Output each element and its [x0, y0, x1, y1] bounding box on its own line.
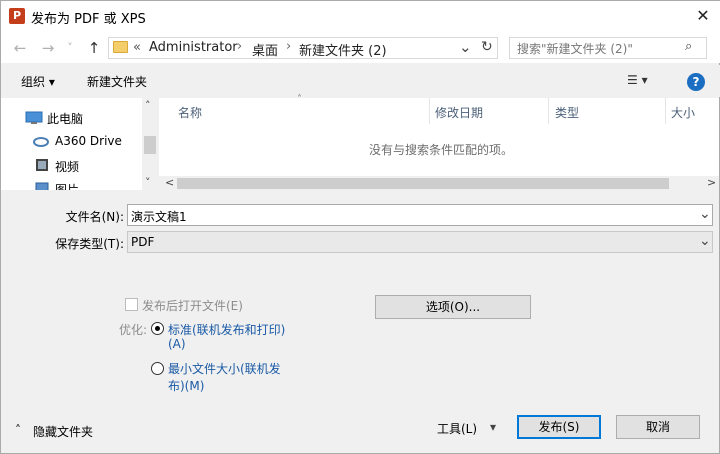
sort-ascending-icon: ˄ [297, 94, 302, 105]
scroll-down-icon[interactable]: ˅ [145, 176, 151, 189]
open-after-publish-checkbox[interactable] [125, 298, 138, 311]
close-button[interactable]: ✕ [691, 5, 715, 27]
column-header-size[interactable]: 大小 [671, 104, 695, 121]
organize-menu[interactable]: 组织 ▾ [21, 73, 55, 90]
search-icon[interactable]: ⌕ [685, 39, 692, 54]
optimize-label: 优化: [119, 323, 148, 337]
filetype-select[interactable] [127, 231, 713, 253]
breadcrumb-new-folder-2[interactable]: 新建文件夹 (2) [299, 40, 387, 59]
minimum-size-radio[interactable] [151, 362, 164, 375]
open-after-publish-label[interactable]: 发布后打开文件(E) [142, 297, 243, 314]
window-title: 发布为 PDF 或 XPS [31, 12, 146, 27]
search-placeholder: 搜索"新建文件夹 (2)" [517, 42, 633, 56]
tools-menu[interactable]: 工具(L) [437, 420, 477, 437]
hide-folders-toggle[interactable]: 隐藏文件夹 [33, 423, 93, 440]
filename-value[interactable]: 演示文稿1 [131, 208, 187, 225]
address-dropdown-icon[interactable]: ⌄ [459, 38, 472, 56]
up-arrow-icon[interactable]: ↑ [85, 39, 103, 57]
filename-dropdown-icon[interactable]: ⌄ [699, 206, 711, 222]
radio-selected-dot [155, 326, 160, 331]
breadcrumb-overflow[interactable]: « [133, 40, 141, 55]
tree-scroll-thumb[interactable] [144, 136, 156, 154]
scroll-right-icon[interactable]: > [707, 176, 716, 189]
help-icon[interactable]: ? [687, 73, 705, 91]
column-header-date[interactable]: 修改日期 [435, 104, 483, 121]
tree-item-videos[interactable]: 视频 [55, 158, 79, 175]
computer-icon [25, 111, 43, 124]
tools-dropdown-icon[interactable]: ▾ [490, 420, 496, 434]
publish-dialog: P 发布为 PDF 或 XPS ✕ ← → ˅ ↑ « Administrato… [0, 0, 720, 454]
powerpoint-app-icon: P [9, 8, 25, 24]
filename-field[interactable] [127, 204, 713, 226]
options-button[interactable]: 选项(O)... [375, 295, 531, 319]
standard-option-label-2[interactable]: (A) [168, 337, 186, 351]
hide-folders-chevron-icon[interactable]: ˄ [15, 423, 21, 437]
video-icon [36, 159, 48, 171]
forward-arrow-icon[interactable]: → [39, 39, 57, 57]
column-divider[interactable] [429, 98, 430, 124]
folder-icon [113, 41, 128, 53]
hscroll-thumb[interactable] [177, 178, 669, 189]
scroll-up-icon[interactable]: ˄ [145, 99, 151, 112]
column-header-name[interactable]: 名称 [178, 104, 202, 121]
breadcrumb-administrator[interactable]: Administrator [149, 40, 238, 55]
view-options-icon[interactable]: ☰ ▾ [627, 73, 648, 87]
filename-label: 文件名(N): [65, 210, 124, 224]
refresh-icon[interactable]: ↻ [481, 39, 493, 55]
minimum-size-option-label-2[interactable]: 布)(M) [168, 377, 204, 394]
pictures-icon [35, 182, 49, 190]
filetype-label: 保存类型(T): [55, 237, 124, 251]
recent-locations-icon[interactable]: ˅ [61, 39, 79, 57]
tree-item-pictures[interactable]: 图片 [55, 181, 79, 190]
cancel-button[interactable]: 取消 [616, 415, 700, 439]
new-folder-button[interactable]: 新建文件夹 [87, 73, 147, 90]
tree-item-a360-drive[interactable]: A360 Drive [55, 134, 122, 148]
column-divider[interactable] [665, 98, 666, 124]
column-header-type[interactable]: 类型 [555, 104, 579, 121]
cloud-drive-icon [33, 137, 49, 147]
filetype-dropdown-icon[interactable]: ⌄ [699, 233, 711, 249]
publish-button[interactable]: 发布(S) [517, 415, 601, 439]
back-arrow-icon[interactable]: ← [11, 39, 29, 57]
breadcrumb-separator[interactable]: › [237, 39, 242, 54]
column-divider[interactable] [548, 98, 549, 124]
filetype-value[interactable]: PDF [131, 235, 154, 249]
scroll-left-icon[interactable]: < [165, 176, 174, 189]
standard-option-label[interactable]: 标准(联机发布和打印) [168, 321, 285, 338]
breadcrumb-desktop[interactable]: 桌面 [252, 40, 278, 59]
minimum-size-option-label[interactable]: 最小文件大小(联机发 [168, 360, 281, 377]
empty-folder-message: 没有与搜索条件匹配的项。 [369, 143, 514, 157]
breadcrumb-separator[interactable]: › [286, 39, 291, 54]
tree-item-this-pc[interactable]: 此电脑 [47, 110, 83, 127]
